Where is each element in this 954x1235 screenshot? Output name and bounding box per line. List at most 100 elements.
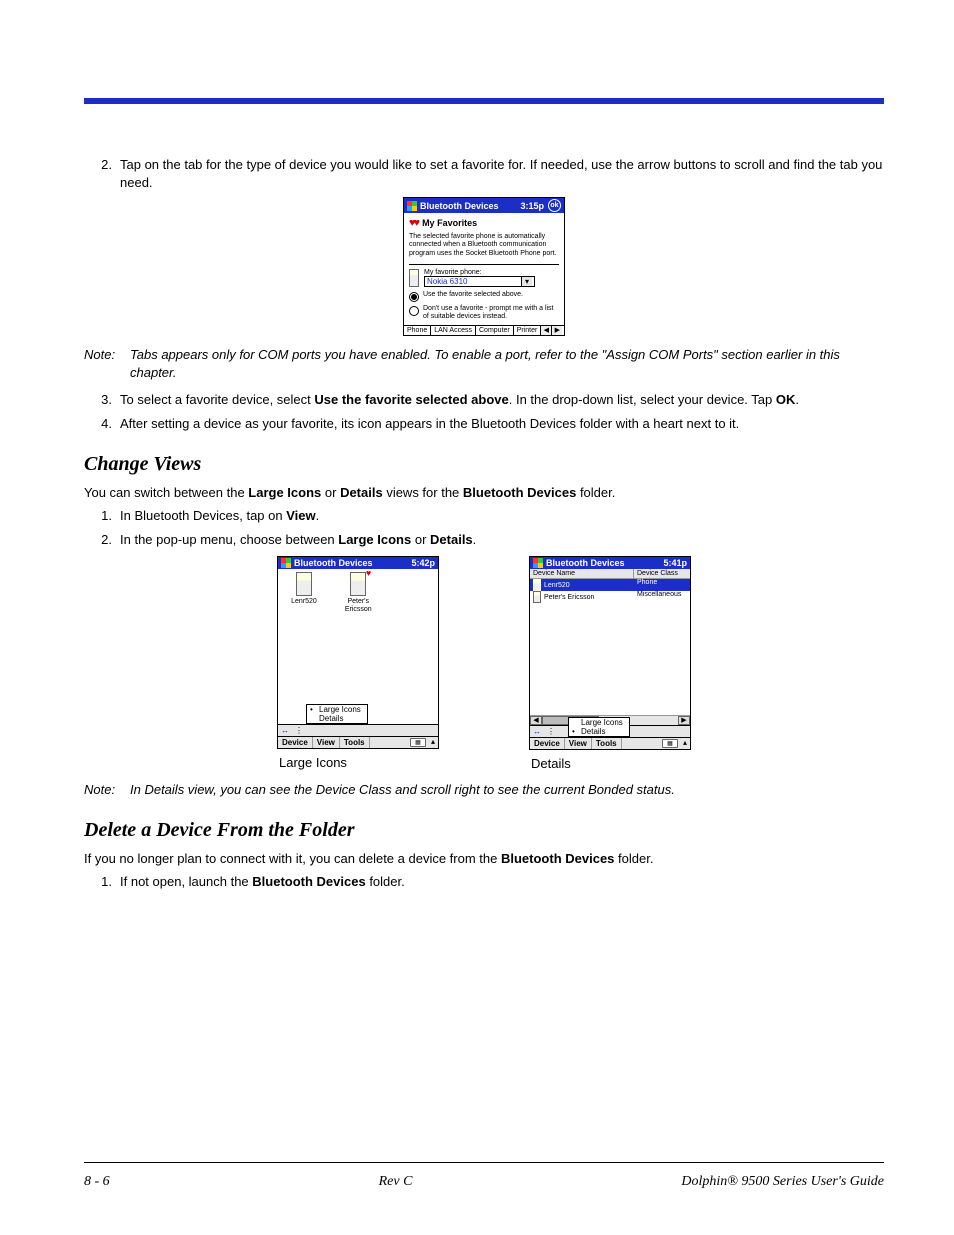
bottom-menubar: Device View Tools ▦ ▴ [278,736,438,748]
bottom-menubar: Device View Tools ▦ ▴ [530,737,690,749]
device-type-tabs: Phone LAN Access Computer Printer ◀ ▶ [404,325,564,335]
keyboard-icon[interactable]: ▦ [662,739,678,748]
tab-scroll-left-button[interactable]: ◀ [541,326,552,335]
step-number: 1. [84,507,120,525]
chevron-down-icon: ▾ [521,277,532,286]
step-text: After setting a device as your favorite,… [120,415,884,433]
menu-device[interactable]: Device [278,737,313,748]
step-number: 1. [84,873,120,891]
view-screenshots: Bluetooth Devices 5:42p Lenr520 Peter'sE… [84,556,884,771]
radio-label: Don't use a favorite - prompt me with a … [423,305,559,321]
ok-button[interactable]: ok [548,199,561,212]
window-title: Bluetooth Devices [294,558,373,568]
divider [409,264,559,265]
col-device-name[interactable]: Device Name [530,569,634,578]
step-text: Tap on the tab for the type of device yo… [120,156,884,191]
window-titlebar: Bluetooth Devices 5:41p [530,557,690,569]
menu-item-details[interactable]: Details [569,727,629,736]
radio-prompt-list[interactable]: Don't use a favorite - prompt me with a … [409,305,559,321]
chevron-up-icon[interactable]: ▴ [680,738,690,749]
dropdown-label: My favorite phone: [424,269,535,276]
window-title: Bluetooth Devices [420,201,499,211]
favorite-phone-dropdown[interactable]: Nokia 6310 ▾ [424,276,535,287]
radio-label: Use the favorite selected above. [423,291,523,299]
caption-large-icons: Large Icons [277,755,439,770]
tab-computer[interactable]: Computer [476,326,514,335]
favorites-label: My Favorites [422,218,477,228]
details-row[interactable]: Peter's Ericsson Miscellaneous [530,591,690,603]
device-icon [533,591,541,603]
caption-details: Details [529,756,691,771]
note-label: Note: [84,781,130,799]
window-titlebar: Bluetooth Devices 5:42p [278,557,438,569]
step-number: 3. [84,391,120,409]
windows-icon [281,558,291,568]
change-views-intro: You can switch between the Large Icons o… [84,484,884,502]
window-title: Bluetooth Devices [546,558,625,568]
menu-tools[interactable]: Tools [340,737,370,748]
ppc-details-screenshot: Bluetooth Devices 5:41p Device Name Devi… [529,556,691,750]
footer-page-number: 8 - 6 [84,1174,110,1190]
device-label: Lenr520 [282,598,326,606]
figure-favorites: Bluetooth Devices 3:15p ok ♥♥ My Favorit… [84,197,884,336]
page-footer: 8 - 6 Rev C Dolphin® 9500 Series User's … [84,1174,884,1190]
hearts-icon: ♥♥ [409,217,418,229]
menu-item-large-icons[interactable]: Large Icons [569,718,629,727]
ppc-large-icons-screenshot: Bluetooth Devices 5:42p Lenr520 Peter'sE… [277,556,439,749]
note-text: Tabs appears only for COM ports you have… [130,346,884,381]
dropdown-value: Nokia 6310 [427,277,521,286]
cv-step-1: 1. In Bluetooth Devices, tap on View. [84,507,884,525]
scroll-left-button[interactable]: ◀ [530,716,542,725]
step-number: 2. [84,531,120,549]
step-2: 2. Tap on the tab for the type of device… [84,156,884,191]
details-row-selected[interactable]: Lenr520 Phone [530,579,690,591]
windows-icon [533,558,543,568]
step-3: 3. To select a favorite device, select U… [84,391,884,409]
step-number: 4. [84,415,120,433]
bottom-menu: ↔ ⋮ [278,724,438,736]
device-item[interactable]: Peter'sEricsson [336,572,380,613]
note-label: Note: [84,346,130,381]
col-device-class[interactable]: Device Class [634,569,690,578]
delete-step-1: 1. If not open, launch the Bluetooth Dev… [84,873,884,891]
chevron-up-icon[interactable]: ▴ [428,737,438,748]
device-icon [296,572,312,596]
note-text: In Details view, you can see the Device … [130,781,884,799]
tab-lan-access[interactable]: LAN Access [431,326,476,335]
scroll-right-button[interactable]: ▶ [678,716,690,725]
window-time: 5:41p [663,558,687,568]
heading-delete-device: Delete a Device From the Folder [84,819,884,842]
menu-device[interactable]: Device [530,738,565,749]
window-time: 3:15p [520,201,544,211]
menu-view[interactable]: View [313,737,340,748]
view-popup-menu: Large Icons Details [568,717,630,737]
view-popup-menu: Large Icons Details [306,704,368,724]
keyboard-icon[interactable]: ▦ [410,738,426,747]
delete-intro: If you no longer plan to connect with it… [84,850,884,868]
heading-change-views: Change Views [84,453,884,476]
menu-item-details[interactable]: Details [307,714,367,723]
menu-item-large-icons[interactable]: Large Icons [307,705,367,714]
tab-scroll-right-button[interactable]: ▶ [552,326,562,335]
menu-view[interactable]: View [565,738,592,749]
step-text: If not open, launch the Bluetooth Device… [120,873,884,891]
note-details-view: Note: In Details view, you can see the D… [84,781,884,799]
favorites-description: The selected favorite phone is automatic… [409,233,559,258]
page-content: 2. Tap on the tab for the type of device… [84,150,884,897]
details-header: Device Name Device Class [530,569,690,579]
menu-tools[interactable]: Tools [592,738,622,749]
device-icon [533,579,541,591]
tab-phone[interactable]: Phone [404,326,431,335]
device-favorite-icon [350,572,366,596]
note-tabs: Note: Tabs appears only for COM ports yo… [84,346,884,381]
tab-printer[interactable]: Printer [514,326,542,335]
step-number: 2. [84,156,120,191]
radio-icon [409,292,419,302]
radio-use-favorite[interactable]: Use the favorite selected above. [409,291,559,301]
bt-status-icon: ↔ [530,726,544,737]
footer-rule [84,1162,884,1163]
radio-icon [409,306,419,316]
device-item[interactable]: Lenr520 [282,572,326,606]
windows-icon [407,201,417,211]
bt-status-icon: ↔ [278,725,292,736]
